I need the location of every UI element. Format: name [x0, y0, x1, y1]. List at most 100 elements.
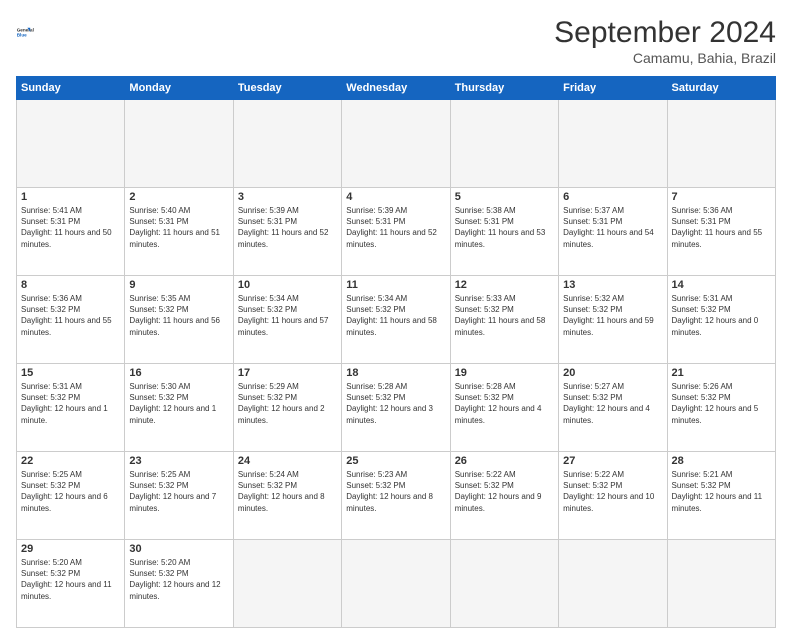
calendar-cell: [667, 540, 775, 628]
page: General Blue September 2024 Camamu, Bahi…: [0, 0, 792, 612]
day-number: 7: [672, 191, 771, 203]
calendar-day-header: Tuesday: [233, 77, 341, 100]
day-number: 1: [21, 191, 120, 203]
calendar-cell: 13Sunrise: 5:32 AMSunset: 5:32 PMDayligh…: [559, 276, 667, 364]
day-info: Sunrise: 5:32 AMSunset: 5:32 PMDaylight:…: [563, 293, 662, 338]
subtitle: Camamu, Bahia, Brazil: [554, 50, 776, 66]
day-info: Sunrise: 5:28 AMSunset: 5:32 PMDaylight:…: [455, 381, 554, 426]
day-info: Sunrise: 5:28 AMSunset: 5:32 PMDaylight:…: [346, 381, 445, 426]
day-info: Sunrise: 5:29 AMSunset: 5:32 PMDaylight:…: [238, 381, 337, 426]
day-number: 5: [455, 191, 554, 203]
calendar-week-row: 15Sunrise: 5:31 AMSunset: 5:32 PMDayligh…: [17, 364, 776, 452]
day-info: Sunrise: 5:37 AMSunset: 5:31 PMDaylight:…: [563, 205, 662, 250]
day-number: 25: [346, 455, 445, 467]
day-number: 8: [21, 279, 120, 291]
day-number: 2: [129, 191, 228, 203]
calendar-cell: 29Sunrise: 5:20 AMSunset: 5:32 PMDayligh…: [17, 540, 125, 628]
day-info: Sunrise: 5:26 AMSunset: 5:32 PMDaylight:…: [672, 381, 771, 426]
calendar-week-row: 29Sunrise: 5:20 AMSunset: 5:32 PMDayligh…: [17, 540, 776, 628]
day-number: 17: [238, 367, 337, 379]
day-info: Sunrise: 5:25 AMSunset: 5:32 PMDaylight:…: [129, 469, 228, 514]
day-info: Sunrise: 5:34 AMSunset: 5:32 PMDaylight:…: [346, 293, 445, 338]
calendar-cell: 7 Sunrise: 5:36 AMSunset: 5:31 PMDaylight…: [667, 188, 775, 276]
calendar-cell: 24Sunrise: 5:24 AMSunset: 5:32 PMDayligh…: [233, 452, 341, 540]
day-info: Sunrise: 5:23 AMSunset: 5:32 PMDaylight:…: [346, 469, 445, 514]
calendar-cell: 21Sunrise: 5:26 AMSunset: 5:32 PMDayligh…: [667, 364, 775, 452]
header: General Blue September 2024 Camamu, Bahi…: [16, 16, 776, 66]
logo: General Blue: [16, 16, 48, 48]
calendar-cell: [342, 540, 450, 628]
calendar-cell: 26 Sunrise: 5:22 AMSunset: 5:32 PMDayligh…: [450, 452, 558, 540]
calendar-cell: [559, 540, 667, 628]
calendar-cell: 18 Sunrise: 5:28 AMSunset: 5:32 PMDayligh…: [342, 364, 450, 452]
day-number: 18: [346, 367, 445, 379]
day-number: 28: [672, 455, 771, 467]
calendar-cell: 19 Sunrise: 5:28 AMSunset: 5:32 PMDayligh…: [450, 364, 558, 452]
day-number: 23: [129, 455, 228, 467]
day-number: 16: [129, 367, 228, 379]
day-info: Sunrise: 5:25 AMSunset: 5:32 PMDaylight:…: [21, 469, 120, 514]
calendar-cell: 8 Sunrise: 5:36 AMSunset: 5:32 PMDaylight…: [17, 276, 125, 364]
day-info: Sunrise: 5:36 AMSunset: 5:31 PMDaylight:…: [672, 205, 771, 250]
calendar-cell: 16 Sunrise: 5:30 AMSunset: 5:32 PMDayligh…: [125, 364, 233, 452]
calendar-cell: 1 Sunrise: 5:41 AMSunset: 5:31 PMDaylight…: [17, 188, 125, 276]
calendar-cell: 4 Sunrise: 5:39 AMSunset: 5:31 PMDaylight…: [342, 188, 450, 276]
calendar-cell: 25 Sunrise: 5:23 AMSunset: 5:32 PMDayligh…: [342, 452, 450, 540]
day-info: Sunrise: 5:38 AMSunset: 5:31 PMDaylight:…: [455, 205, 554, 250]
day-info: Sunrise: 5:40 AMSunset: 5:31 PMDaylight:…: [129, 205, 228, 250]
month-title: September 2024: [554, 16, 776, 50]
calendar-cell: 14Sunrise: 5:31 AMSunset: 5:32 PMDayligh…: [667, 276, 775, 364]
calendar-cell: 5 Sunrise: 5:38 AMSunset: 5:31 PMDaylight…: [450, 188, 558, 276]
day-info: Sunrise: 5:27 AMSunset: 5:32 PMDaylight:…: [563, 381, 662, 426]
calendar-table: SundayMondayTuesdayWednesdayThursdayFrid…: [16, 76, 776, 628]
calendar-week-row: 22 Sunrise: 5:25 AMSunset: 5:32 PMDayligh…: [17, 452, 776, 540]
day-number: 24: [238, 455, 337, 467]
day-number: 30: [129, 543, 228, 555]
title-block: September 2024 Camamu, Bahia, Brazil: [554, 16, 776, 66]
calendar-day-header: Wednesday: [342, 77, 450, 100]
calendar-day-header: Sunday: [17, 77, 125, 100]
calendar-cell: 17 Sunrise: 5:29 AMSunset: 5:32 PMDayligh…: [233, 364, 341, 452]
calendar-cell: 10Sunrise: 5:34 AMSunset: 5:32 PMDayligh…: [233, 276, 341, 364]
calendar-cell: [667, 100, 775, 188]
calendar-cell: 3Sunrise: 5:39 AMSunset: 5:31 PMDaylight…: [233, 188, 341, 276]
day-number: 19: [455, 367, 554, 379]
calendar-cell: [450, 540, 558, 628]
calendar-cell: 23 Sunrise: 5:25 AMSunset: 5:32 PMDayligh…: [125, 452, 233, 540]
day-info: Sunrise: 5:31 AMSunset: 5:32 PMDaylight:…: [672, 293, 771, 338]
day-number: 3: [238, 191, 337, 203]
day-info: Sunrise: 5:41 AMSunset: 5:31 PMDaylight:…: [21, 205, 120, 250]
calendar-week-row: [17, 100, 776, 188]
calendar-header-row: SundayMondayTuesdayWednesdayThursdayFrid…: [17, 77, 776, 100]
day-number: 22: [21, 455, 120, 467]
day-number: 27: [563, 455, 662, 467]
day-number: 4: [346, 191, 445, 203]
day-info: Sunrise: 5:33 AMSunset: 5:32 PMDaylight:…: [455, 293, 554, 338]
day-info: Sunrise: 5:30 AMSunset: 5:32 PMDaylight:…: [129, 381, 228, 426]
day-info: Sunrise: 5:22 AMSunset: 5:32 PMDaylight:…: [455, 469, 554, 514]
calendar-cell: [559, 100, 667, 188]
day-info: Sunrise: 5:20 AMSunset: 5:32 PMDaylight:…: [129, 557, 228, 602]
day-info: Sunrise: 5:22 AMSunset: 5:32 PMDaylight:…: [563, 469, 662, 514]
day-info: Sunrise: 5:21 AMSunset: 5:32 PMDaylight:…: [672, 469, 771, 514]
calendar-cell: 22 Sunrise: 5:25 AMSunset: 5:32 PMDayligh…: [17, 452, 125, 540]
calendar-cell: 11 Sunrise: 5:34 AMSunset: 5:32 PMDayligh…: [342, 276, 450, 364]
day-number: 9: [129, 279, 228, 291]
calendar-day-header: Friday: [559, 77, 667, 100]
logo-icon: General Blue: [16, 16, 48, 48]
day-number: 12: [455, 279, 554, 291]
day-info: Sunrise: 5:39 AMSunset: 5:31 PMDaylight:…: [346, 205, 445, 250]
calendar-day-header: Saturday: [667, 77, 775, 100]
day-number: 26: [455, 455, 554, 467]
calendar-day-header: Thursday: [450, 77, 558, 100]
calendar-cell: [233, 540, 341, 628]
day-number: 11: [346, 279, 445, 291]
calendar-cell: [125, 100, 233, 188]
calendar-cell: [450, 100, 558, 188]
calendar-cell: 20Sunrise: 5:27 AMSunset: 5:32 PMDayligh…: [559, 364, 667, 452]
calendar-week-row: 1 Sunrise: 5:41 AMSunset: 5:31 PMDaylight…: [17, 188, 776, 276]
day-info: Sunrise: 5:36 AMSunset: 5:32 PMDaylight:…: [21, 293, 120, 338]
day-number: 10: [238, 279, 337, 291]
svg-text:General: General: [17, 27, 34, 32]
calendar-cell: 30 Sunrise: 5:20 AMSunset: 5:32 PMDayligh…: [125, 540, 233, 628]
